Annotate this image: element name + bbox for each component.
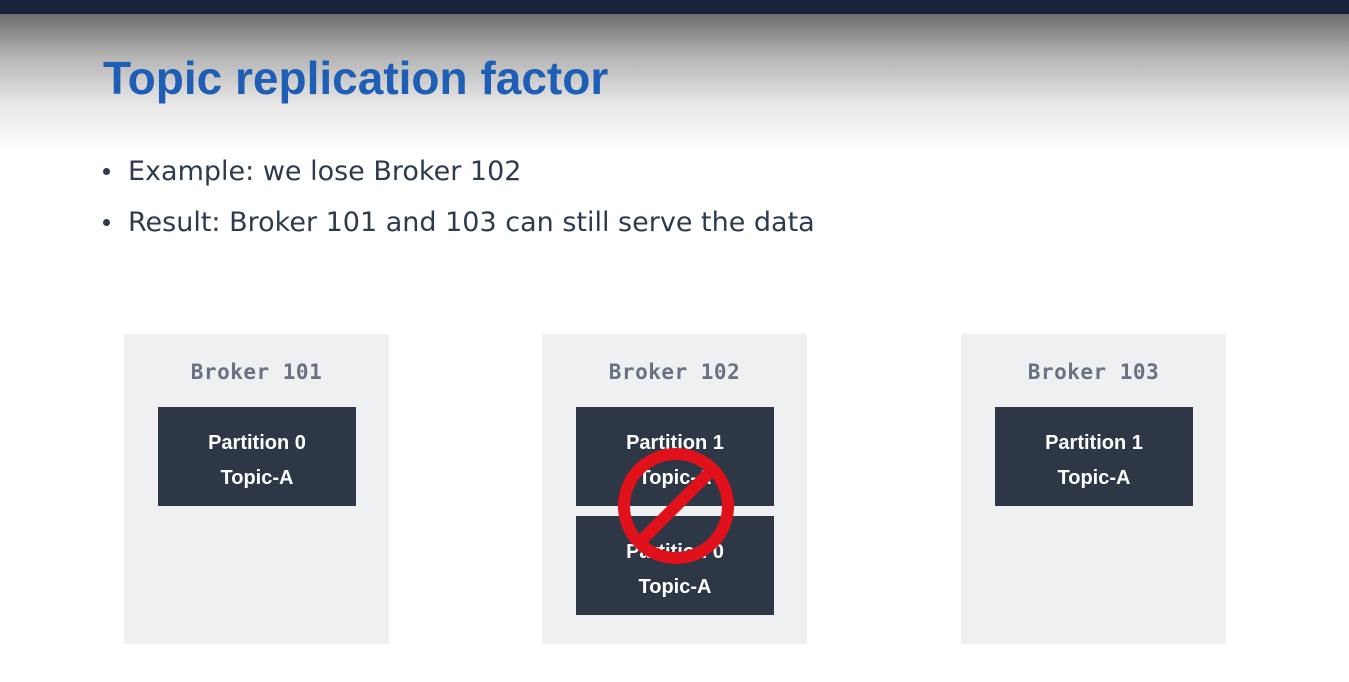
bullet-dot-icon <box>103 219 110 226</box>
partition-topic: Topic-A <box>638 576 712 598</box>
broker-label: Broker 103 <box>1027 360 1160 384</box>
bullet-list: Example: we lose Broker 102 Result: Brok… <box>100 146 815 248</box>
prohibited-icon <box>618 448 734 564</box>
bullet-text: Result: Broker 101 and 103 can still ser… <box>128 207 815 238</box>
broker-103: Broker 103 Partition 1 Topic-A <box>961 334 1226 644</box>
broker-101: Broker 101 Partition 0 Topic-A <box>124 334 389 644</box>
partition-box: Partition 0 Topic-A <box>158 407 356 506</box>
partition-topic: Topic-A <box>220 467 294 489</box>
bullet-dot-icon <box>103 168 110 175</box>
bullet-text: Example: we lose Broker 102 <box>128 156 522 187</box>
slide-title: Topic replication factor <box>103 52 609 104</box>
partition-box: Partition 1 Topic-A <box>995 407 1193 506</box>
partition-name: Partition 0 <box>208 432 306 454</box>
broker-label: Broker 102 <box>608 360 741 384</box>
bullet-item: Result: Broker 101 and 103 can still ser… <box>100 197 815 248</box>
top-bar <box>0 0 1349 14</box>
bullet-item: Example: we lose Broker 102 <box>100 146 815 197</box>
partition-name: Partition 1 <box>1045 432 1143 454</box>
partition-topic: Topic-A <box>1057 467 1131 489</box>
broker-label: Broker 101 <box>190 360 323 384</box>
